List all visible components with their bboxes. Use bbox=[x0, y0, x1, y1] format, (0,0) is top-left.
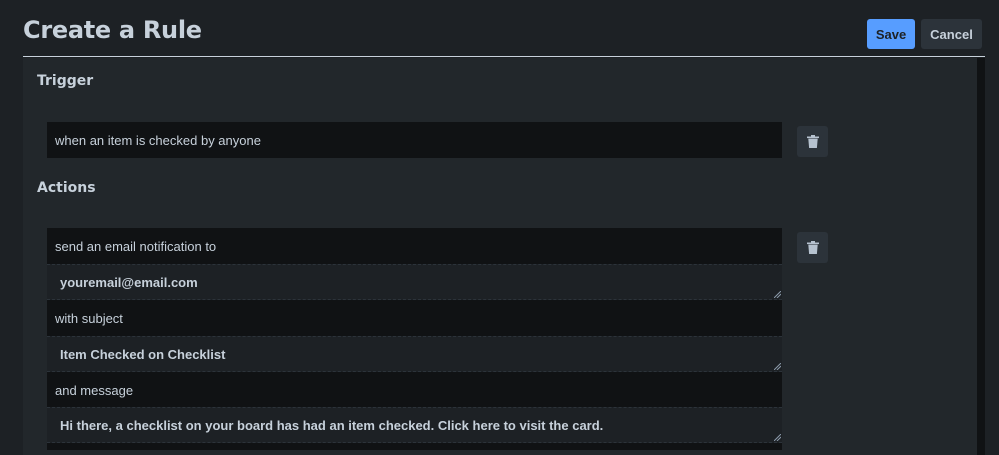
email-action-label: send an email notification to bbox=[47, 228, 782, 264]
next-field-edge bbox=[47, 443, 782, 450]
message-value: Hi there, a checklist on your board has … bbox=[60, 417, 604, 433]
resize-handle-icon[interactable] bbox=[774, 291, 781, 298]
subject-input[interactable]: Item Checked on Checklist bbox=[47, 336, 782, 372]
trash-icon bbox=[806, 135, 819, 148]
subject-label: with subject bbox=[47, 300, 782, 336]
page-title: Create a Rule bbox=[23, 16, 202, 44]
trash-icon bbox=[806, 241, 819, 254]
save-button[interactable]: Save bbox=[867, 19, 915, 49]
message-label: and message bbox=[47, 372, 782, 408]
email-address-value: youremail@email.com bbox=[60, 274, 198, 290]
resize-handle-icon[interactable] bbox=[774, 434, 781, 441]
cancel-button[interactable]: Cancel bbox=[921, 19, 982, 49]
scrollbar[interactable] bbox=[977, 58, 985, 455]
delete-action-button[interactable] bbox=[797, 232, 828, 263]
header-divider bbox=[23, 56, 985, 57]
message-input[interactable]: Hi there, a checklist on your board has … bbox=[47, 407, 782, 443]
email-address-input[interactable]: youremail@email.com bbox=[47, 264, 782, 300]
trigger-heading: Trigger bbox=[37, 73, 94, 89]
trigger-field[interactable]: when an item is checked by anyone bbox=[47, 122, 782, 158]
page-header: Create a Rule Save Cancel bbox=[0, 0, 999, 58]
actions-heading: Actions bbox=[37, 180, 96, 196]
delete-trigger-button[interactable] bbox=[797, 126, 828, 157]
subject-value: Item Checked on Checklist bbox=[60, 346, 226, 362]
resize-handle-icon[interactable] bbox=[774, 363, 781, 370]
